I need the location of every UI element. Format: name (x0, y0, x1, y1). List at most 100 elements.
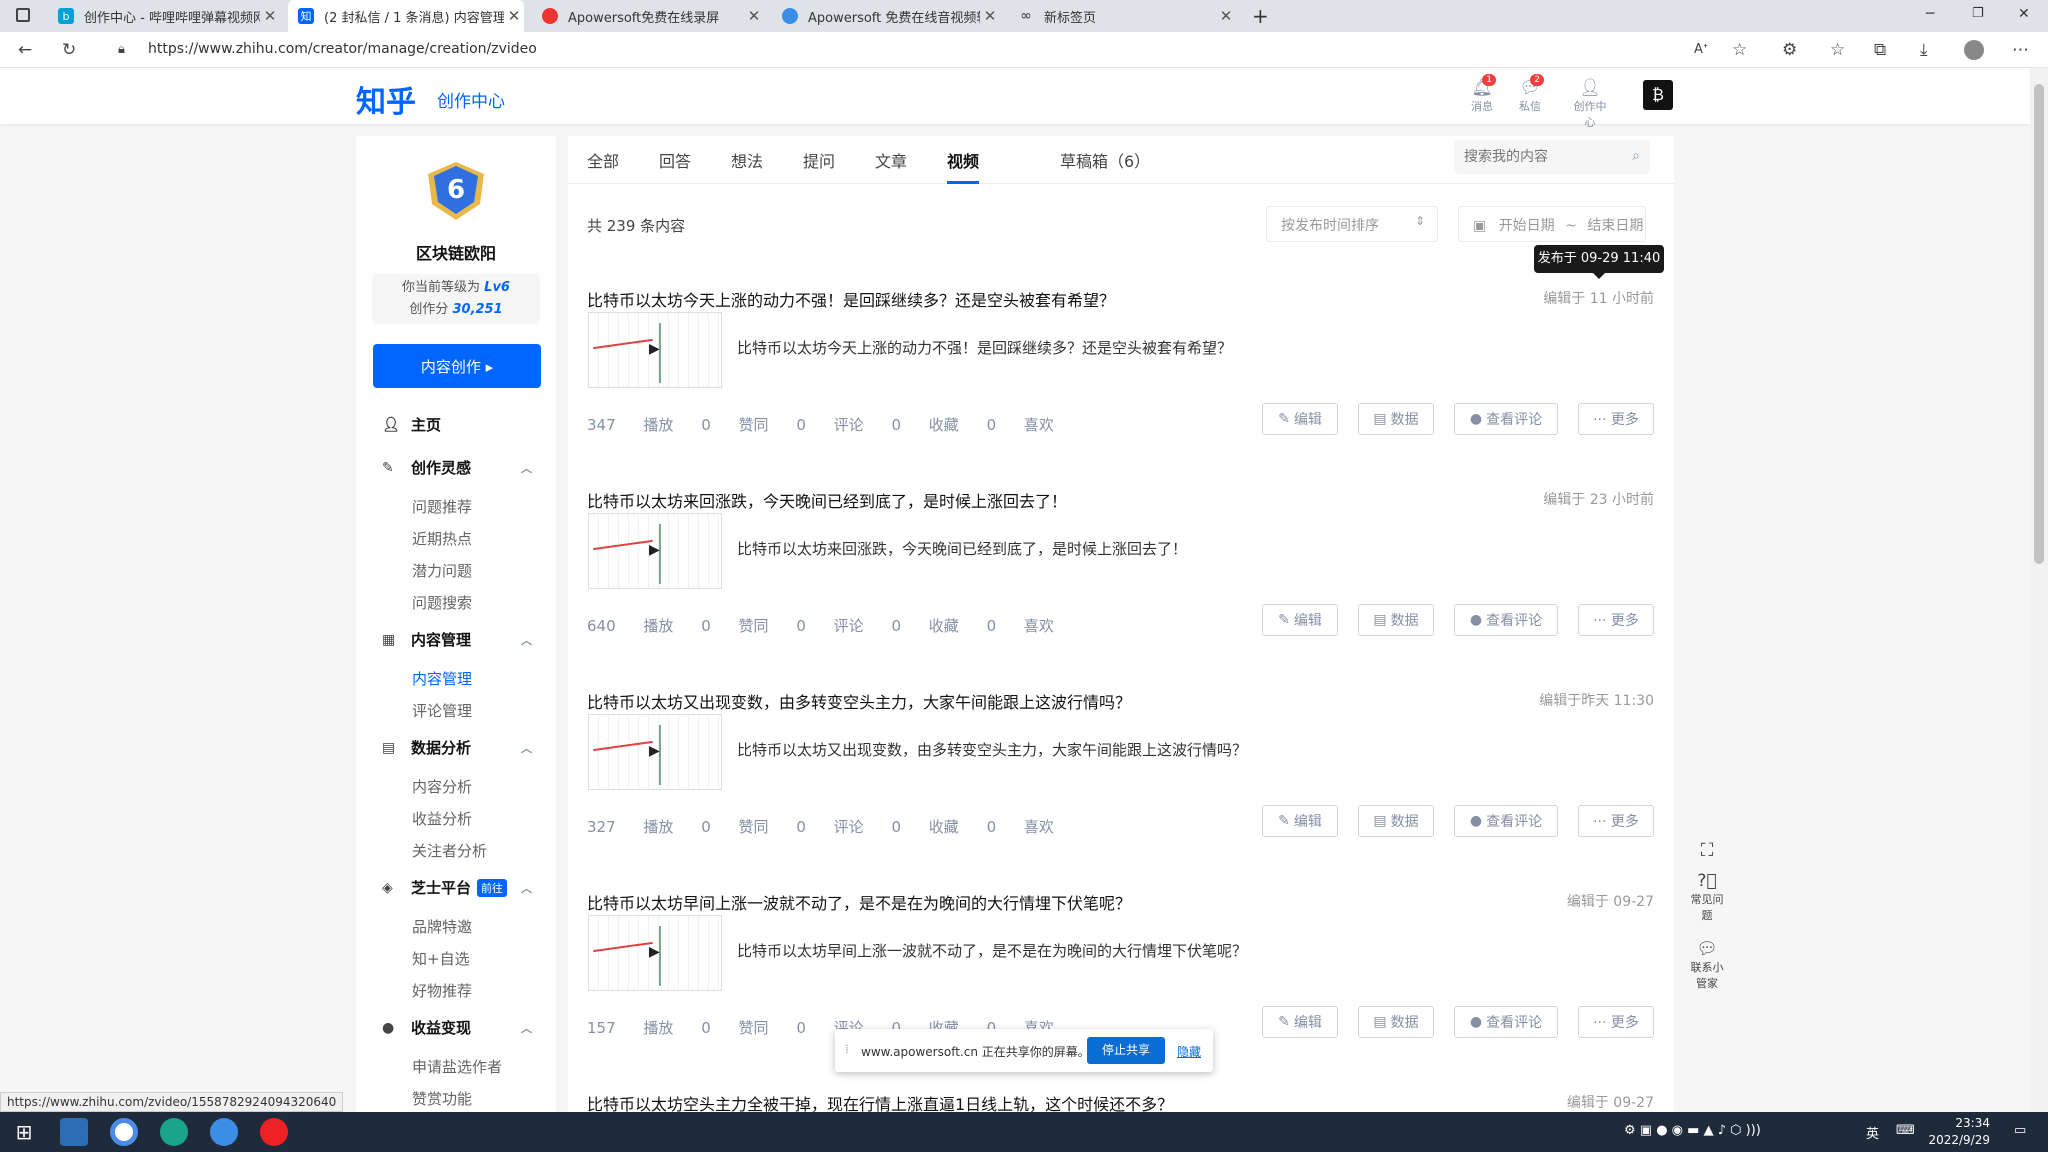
tab-actions-icon[interactable] (16, 8, 30, 22)
messages-button[interactable]: 🔔︎ 1 消息 (1462, 74, 1502, 114)
scrollbar-thumb[interactable] (2034, 84, 2044, 564)
edge-app-icon[interactable] (160, 1118, 188, 1146)
back-icon[interactable]: ← (18, 40, 32, 60)
sidebar-item-hot-topics[interactable]: 近期热点 (412, 528, 472, 549)
sidebar-section-cheese-platform[interactable]: ◈ 芝士平台 前往 ︿ (382, 877, 532, 898)
create-content-button[interactable]: 内容创作 ▸ (373, 344, 541, 388)
tab-questions[interactable]: 提问 (803, 148, 835, 184)
video-thumbnail[interactable]: ▶ (588, 915, 722, 991)
hide-link[interactable]: 隐藏 (1177, 1043, 1201, 1060)
chrome-app-icon[interactable] (110, 1118, 138, 1146)
sort-select[interactable]: 按发布时间排序 ⇕ (1266, 206, 1438, 242)
windows-start-icon[interactable]: ⊞ (10, 1118, 38, 1146)
sidebar-section-analytics[interactable]: ▤ 数据分析 ︿ (382, 737, 532, 758)
apowersoft-app-icon[interactable] (210, 1118, 238, 1146)
tray-icons[interactable]: ⚙ ▣ ● ◉ ▬ ▲ ♪ ⬡ ))) (1624, 1123, 1761, 1138)
date-range-picker[interactable]: ▣ 开始日期 ~ 结束日期 (1458, 206, 1646, 242)
url-field[interactable]: https://www.zhihu.com/creator/manage/cre… (148, 41, 537, 57)
close-icon[interactable]: ✕ (980, 7, 1000, 25)
browser-tab-zhihu[interactable]: 知 (2 封私信 / 1 条消息) 内容管理 ✕ (288, 0, 524, 32)
edit-button[interactable]: ✎ 编辑 (1262, 604, 1338, 636)
scrollbar[interactable] (2030, 68, 2048, 1112)
video-thumbnail[interactable]: ▶ (588, 714, 722, 790)
more-button[interactable]: ··· 更多 (1578, 805, 1654, 837)
collections-icon[interactable]: ⧉ (1874, 40, 1886, 60)
new-tab-button[interactable]: + (1252, 4, 1269, 28)
sidebar-section-monetize[interactable]: ● 收益变现 ︿ (382, 1017, 532, 1038)
item-description[interactable]: 比特币以太坊又出现变数，由多转变空头主力，大家午间能跟上这波行情吗？ (737, 739, 1247, 760)
netease-app-icon[interactable] (260, 1118, 288, 1146)
contact-button[interactable]: 💬︎ 联系小管家 (1690, 939, 1724, 991)
letters-button[interactable]: 💬︎ 2 私信 (1510, 74, 1550, 114)
sidebar-item-income-analysis[interactable]: 收益分析 (412, 808, 472, 829)
data-button[interactable]: ▤ 数据 (1358, 805, 1434, 837)
chevron-up-icon[interactable]: ︿ (521, 740, 532, 756)
edit-button[interactable]: ✎ 编辑 (1262, 403, 1338, 435)
clock[interactable]: 23:34 2022/9/29 (1928, 1115, 1990, 1149)
sidebar-item-potential-questions[interactable]: 潜力问题 (412, 560, 472, 581)
edit-button[interactable]: ✎ 编辑 (1262, 805, 1338, 837)
item-title[interactable]: 比特币以太坊来回涨跌，今天晚间已经到底了，是时候上涨回去了！ (587, 488, 1067, 512)
user-avatar[interactable]: ₿ (1643, 80, 1673, 110)
favorite-add-icon[interactable]: ☆ (1732, 40, 1747, 60)
view-comments-button[interactable]: ● 查看评论 (1454, 805, 1558, 837)
chevron-up-icon[interactable]: ︿ (521, 632, 532, 648)
browser-tab-apowersoft-convert[interactable]: Apowersoft 免费在线音视频转 ✕ (772, 0, 1000, 32)
data-button[interactable]: ▤ 数据 (1358, 1006, 1434, 1038)
minimize-icon[interactable]: ─ (1926, 6, 1934, 22)
search-app-icon[interactable] (60, 1118, 88, 1146)
tab-videos[interactable]: 视频 (947, 148, 980, 184)
video-thumbnail[interactable]: ▶ (588, 312, 722, 388)
tab-drafts[interactable]: 草稿箱（6） (1060, 148, 1150, 184)
item-description[interactable]: 比特币以太坊今天上涨的动力不强！是回踩继续多？还是空头被套有希望？ (737, 337, 1232, 358)
ime-indicator[interactable]: 英 (1866, 1123, 1879, 1142)
video-thumbnail[interactable]: ▶ (588, 513, 722, 589)
sidebar-item-follower-analysis[interactable]: 关注者分析 (412, 840, 487, 861)
sidebar-item-comment-manage[interactable]: 评论管理 (412, 700, 472, 721)
tab-answers[interactable]: 回答 (659, 148, 691, 184)
close-icon[interactable]: ✕ (1216, 7, 1236, 25)
view-comments-button[interactable]: ● 查看评论 (1454, 604, 1558, 636)
more-button[interactable]: ··· 更多 (1578, 403, 1654, 435)
profile-avatar[interactable] (1964, 40, 1984, 60)
creator-center-title[interactable]: 创作中心 (437, 87, 505, 112)
view-comments-button[interactable]: ● 查看评论 (1454, 403, 1558, 435)
sidebar-item-content-manage[interactable]: 内容管理 (412, 668, 472, 689)
stop-sharing-button[interactable]: 停止共享 (1087, 1037, 1165, 1064)
item-title[interactable]: 比特币以太坊又出现变数，由多转变空头主力，大家午间能跟上这波行情吗？ (587, 689, 1131, 713)
sidebar-item-content-analysis[interactable]: 内容分析 (412, 776, 472, 797)
data-button[interactable]: ▤ 数据 (1358, 403, 1434, 435)
sidebar-section-content[interactable]: ▦ 内容管理 ︿ (382, 629, 532, 650)
tab-all[interactable]: 全部 (587, 148, 619, 184)
notification-icon[interactable]: ▭ (2014, 1123, 2026, 1138)
sidebar-item-zhi-plus[interactable]: 知+自选 (412, 948, 470, 969)
item-title[interactable]: 比特币以太坊早间上涨一波就不动了，是不是在为晚间的大行情埋下伏笔呢？ (587, 890, 1131, 914)
view-comments-button[interactable]: ● 查看评论 (1454, 1006, 1558, 1038)
extensions-icon[interactable]: ⚙ (1782, 40, 1797, 60)
item-description[interactable]: 比特币以太坊来回涨跌，今天晚间已经到底了，是时候上涨回去了！ (737, 538, 1187, 559)
drag-handle-icon[interactable]: ⁞ (845, 1042, 849, 1056)
close-window-icon[interactable]: ✕ (2018, 6, 2030, 22)
restore-icon[interactable]: ❐ (1972, 6, 1984, 21)
sidebar-item-apply-author[interactable]: 申请盐选作者 (412, 1056, 502, 1077)
faq-button[interactable]: ?⃝ 常见问题 (1690, 871, 1724, 923)
close-icon[interactable]: ✕ (504, 7, 524, 25)
read-aloud-icon[interactable]: Aᐩ (1694, 42, 1708, 57)
zhihu-logo[interactable]: 知乎 (356, 77, 416, 121)
favorites-icon[interactable]: ☆ (1830, 40, 1845, 60)
browser-tab-apowersoft-record[interactable]: Apowersoft免费在线录屏 ✕ (532, 0, 764, 32)
close-icon[interactable]: ✕ (744, 7, 764, 25)
more-button[interactable]: ··· 更多 (1578, 604, 1654, 636)
download-icon[interactable]: ⤓ (1920, 40, 1928, 60)
more-button[interactable]: ··· 更多 (1578, 1006, 1654, 1038)
keyboard-icon[interactable]: ⌨ (1896, 1123, 1915, 1138)
chevron-up-icon[interactable]: ︿ (521, 460, 532, 476)
item-description[interactable]: 比特币以太坊早间上涨一波就不动了，是不是在为晚间的大行情埋下伏笔呢？ (737, 940, 1247, 961)
creator-center-button[interactable]: 👤︎ 创作中心 (1570, 78, 1610, 130)
sidebar-item-goods-recommend[interactable]: 好物推荐 (412, 980, 472, 1001)
browser-tab-new[interactable]: ∞ 新标签页 ✕ (1008, 0, 1236, 32)
username[interactable]: 区块链欧阳 (356, 240, 556, 264)
goto-tag[interactable]: 前往 (477, 878, 508, 897)
menu-icon[interactable]: ⋯ (2012, 40, 2029, 60)
sidebar-item-brand-invite[interactable]: 品牌特邀 (412, 916, 472, 937)
